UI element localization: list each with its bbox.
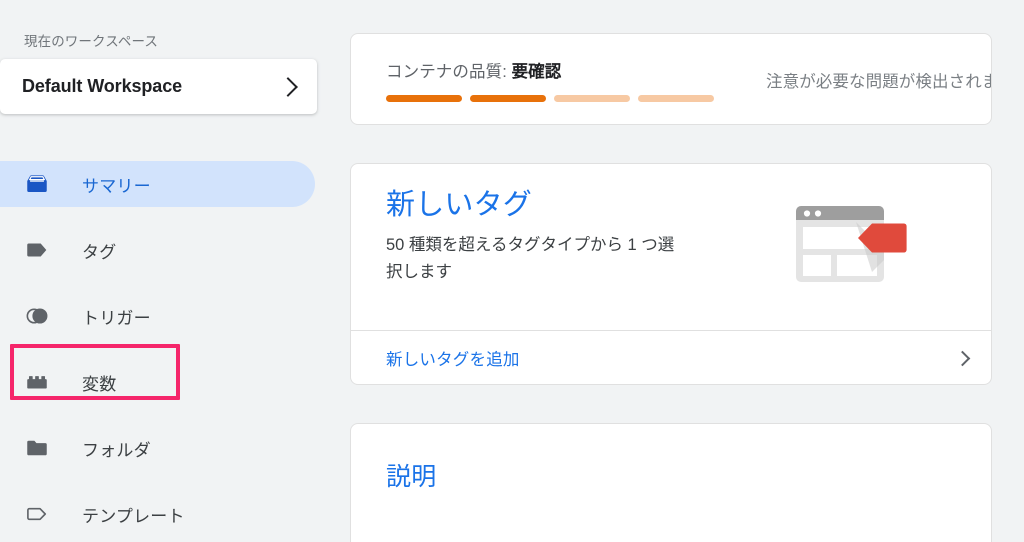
workspace-selector-card[interactable]: Default Workspace <box>0 59 317 114</box>
quality-segment <box>554 95 630 102</box>
new-tag-title: 新しいタグ <box>386 189 533 221</box>
sidebar-item-label: タグ <box>82 242 117 262</box>
folder-icon <box>24 435 50 461</box>
sidebar-nav-list: サマリー タグ トリガー 変数 フォルダ テンプレート <box>0 161 340 537</box>
tag-icon <box>24 237 50 263</box>
add-new-tag-link[interactable]: 新しいタグを追加 <box>386 346 520 370</box>
new-tag-card-body: 新しいタグ 50 種類を超えるタグタイプから 1 つ選択します <box>351 164 991 330</box>
new-tag-card: 新しいタグ 50 種類を超えるタグタイプから 1 つ選択します 新しいタグを追加 <box>350 163 992 385</box>
container-quality-card: コンテナの品質: 要確認 注意が必要な問題が検出されま <box>350 33 992 125</box>
variables-brick-icon <box>24 369 50 395</box>
browser-window-with-tag-illustration <box>794 198 910 330</box>
sidebar-item-templates[interactable]: テンプレート <box>0 491 340 537</box>
trigger-venn-icon <box>24 303 50 329</box>
container-quality-title: コンテナの品質: 要確認 <box>386 58 714 82</box>
description-card: 説明 <box>350 423 992 542</box>
quality-segment <box>470 95 546 102</box>
new-tag-text-block: 新しいタグ 50 種類を超えるタグタイプから 1 つ選択します <box>386 190 686 330</box>
workspace-caption: 現在のワークスペース <box>24 34 158 49</box>
quality-segment <box>638 95 714 102</box>
container-quality-progress-bar <box>386 95 714 102</box>
sidebar: 現在のワークスペース Default Workspace サマリー タグ トリガ… <box>0 0 340 542</box>
sidebar-item-label: フォルダ <box>82 440 151 460</box>
workspace-section: 現在のワークスペース Default Workspace <box>0 0 340 114</box>
template-tag-outline-icon <box>24 501 50 527</box>
container-quality-title-prefix: コンテナの品質: <box>386 63 512 81</box>
sidebar-item-folders[interactable]: フォルダ <box>0 425 340 471</box>
container-quality-status: 要確認 <box>511 63 562 81</box>
sidebar-item-label: テンプレート <box>82 506 185 526</box>
chevron-right-icon <box>278 76 298 97</box>
container-box-icon <box>24 171 50 197</box>
sidebar-item-label: 変数 <box>82 374 117 394</box>
quality-segment <box>386 95 462 102</box>
sidebar-item-tags[interactable]: タグ <box>0 227 340 273</box>
chevron-right-icon <box>954 350 971 366</box>
container-quality-message: 注意が必要な問題が検出されま <box>766 73 992 91</box>
sidebar-item-variables[interactable]: 変数 <box>0 359 340 405</box>
container-quality-left: コンテナの品質: 要確認 <box>386 56 714 102</box>
add-new-tag-row[interactable]: 新しいタグを追加 <box>351 330 991 384</box>
sidebar-item-triggers[interactable]: トリガー <box>0 293 340 339</box>
main-content: コンテナの品質: 要確認 注意が必要な問題が検出されま 新しいタグ 50 種類を… <box>350 0 1024 542</box>
new-tag-description: 50 種類を超えるタグタイプから 1 つ選択します <box>386 236 675 282</box>
workspace-name: Default Workspace <box>22 76 183 96</box>
description-title: 説明 <box>386 463 437 491</box>
sidebar-item-summary[interactable]: サマリー <box>0 161 315 207</box>
sidebar-item-label: トリガー <box>82 308 151 328</box>
sidebar-item-label: サマリー <box>82 176 151 196</box>
